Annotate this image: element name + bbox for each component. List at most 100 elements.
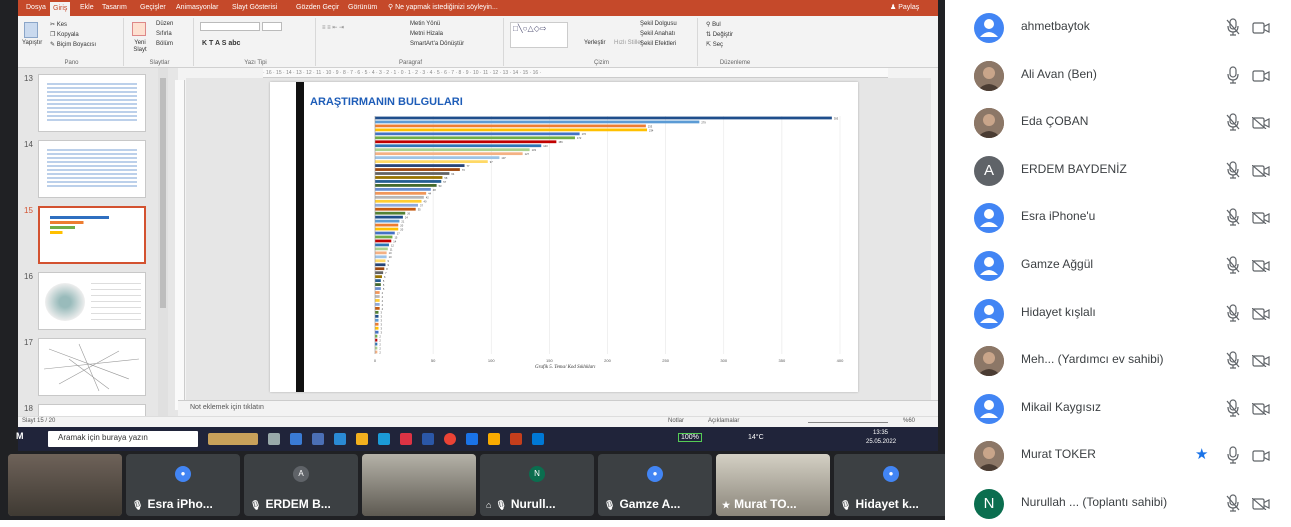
mic-off-icon[interactable] — [1226, 113, 1240, 131]
arrange-button[interactable]: Yerleştir — [584, 40, 605, 46]
mic-off-icon[interactable] — [1226, 399, 1240, 417]
camera-off-icon[interactable] — [1251, 116, 1270, 130]
participant-row[interactable]: Eda ÇOBAN — [945, 99, 1291, 146]
tab-insert[interactable]: Ekle — [80, 3, 94, 13]
thumbnail-scrollbar[interactable] — [158, 68, 168, 418]
quick-styles-button[interactable]: Hızlı Stiller — [614, 40, 643, 46]
clock-time[interactable]: 13:35 — [873, 430, 888, 436]
font-name-select[interactable] — [200, 22, 260, 31]
participant-tile[interactable]: ★ Murat TO... — [716, 454, 830, 516]
app-icon[interactable] — [532, 433, 544, 445]
camera-icon[interactable] — [1252, 69, 1270, 82]
weather-widget-icon[interactable] — [208, 433, 258, 445]
participant-tile[interactable] — [362, 454, 476, 516]
zoom-slider[interactable] — [808, 422, 888, 423]
tab-design[interactable]: Tasarım — [102, 3, 127, 13]
tab-animations[interactable]: Animasyonlar — [176, 3, 218, 13]
edge-icon[interactable] — [290, 433, 302, 445]
smartart-button[interactable]: SmartArt'a Dönüştür — [410, 41, 464, 47]
mic-off-icon[interactable] — [1226, 18, 1240, 36]
mic-off-icon[interactable] — [1226, 208, 1240, 226]
slide-thumbnail-14[interactable] — [38, 140, 146, 198]
star-icon[interactable]: ★ — [1195, 445, 1208, 463]
camera-off-icon[interactable] — [1251, 402, 1270, 416]
shapes-gallery[interactable]: □╲○△◇⇨ — [510, 22, 568, 48]
tab-transitions[interactable]: Geçişler — [140, 3, 166, 13]
slide-thumbnail-15[interactable] — [38, 206, 146, 264]
paste-icon[interactable] — [24, 22, 38, 38]
mic-icon[interactable] — [1226, 446, 1240, 464]
word-icon[interactable] — [422, 433, 434, 445]
camera-off-icon[interactable] — [1251, 497, 1270, 511]
tell-me-search[interactable]: ⚲ Ne yapmak istediğinizi söyleyin... — [388, 3, 498, 13]
slide-thumbnail-17[interactable] — [38, 338, 146, 396]
notes-toggle[interactable]: Notlar — [668, 418, 684, 424]
clock-date[interactable]: 25.05.2022 — [866, 439, 896, 445]
copy-button[interactable]: ❐ Kopyala — [50, 31, 79, 38]
powerpoint-icon[interactable] — [510, 433, 522, 445]
scrollbar-thumb[interactable] — [160, 78, 166, 308]
app-icon[interactable] — [400, 433, 412, 445]
find-button[interactable]: ⚲ Bul — [706, 21, 721, 28]
section-button[interactable]: Bölüm — [156, 41, 173, 47]
participant-row[interactable]: Meh... (Yardımcı ev sahibi) — [945, 337, 1291, 384]
chrome-icon[interactable] — [444, 433, 456, 445]
camera-off-icon[interactable] — [1251, 211, 1270, 225]
participant-row[interactable]: Murat TOKER ★ — [945, 432, 1291, 479]
camera-off-icon[interactable] — [1251, 164, 1270, 178]
participant-row[interactable]: Ali Avan (Ben) — [945, 52, 1291, 99]
participant-row[interactable]: ahmetbaytok — [945, 4, 1291, 51]
participant-tile[interactable] — [8, 454, 122, 516]
battery-indicator[interactable]: 100% — [678, 433, 702, 442]
mic-off-icon[interactable] — [1226, 256, 1240, 274]
camera-icon[interactable] — [1252, 21, 1270, 34]
app-icon[interactable] — [334, 433, 346, 445]
comments-toggle[interactable]: Açıklamalar — [708, 418, 739, 424]
tab-file[interactable]: Dosya — [26, 3, 46, 13]
app-icon[interactable] — [356, 433, 368, 445]
new-slide-button[interactable]: Yeni Slayt — [128, 40, 152, 54]
tab-review[interactable]: Gözden Geçir — [296, 3, 339, 13]
app-icon[interactable] — [378, 433, 390, 445]
camera-icon[interactable] — [1252, 449, 1270, 462]
participant-row[interactable]: Esra iPhone'u — [945, 194, 1291, 241]
taskbar-search[interactable]: Aramak için buraya yazın — [48, 431, 198, 447]
text-direction-button[interactable]: Metin Yönü — [410, 21, 440, 27]
app-icon[interactable] — [466, 433, 478, 445]
new-slide-icon[interactable] — [132, 22, 146, 36]
participant-tile[interactable]: A 🎙 ERDEM B... — [244, 454, 358, 516]
participant-row[interactable]: Gamze Ağgül — [945, 242, 1291, 289]
mic-icon[interactable] — [1226, 65, 1240, 84]
shape-outline-button[interactable]: Şekil Anahatı — [640, 31, 675, 37]
slide-thumbnail-13[interactable] — [38, 74, 146, 132]
replace-button[interactable]: ⇅ Değiştir — [706, 31, 733, 38]
camera-off-icon[interactable] — [1251, 307, 1270, 321]
participant-row[interactable]: A ERDEM BAYDENİZ — [945, 147, 1291, 194]
current-slide[interactable]: ARAŞTIRMANIN BULGULARI 0 50 100 150 200 250 30… — [270, 82, 858, 392]
zoom-level[interactable]: %60 — [903, 418, 915, 424]
participant-tile[interactable]: N ⌂ 🎙 Nurull... — [480, 454, 594, 516]
participant-tile[interactable]: ● 🎙 Hidayet k... — [834, 454, 945, 516]
list-buttons[interactable]: ≡ ≡ ⇤ ⇥ — [322, 24, 344, 31]
font-style-buttons[interactable]: K T A S abc — [202, 40, 240, 47]
participant-row[interactable]: Hidayet kışlalı — [945, 290, 1291, 337]
slide-thumbnail-16[interactable] — [38, 272, 146, 330]
mic-off-icon[interactable] — [1226, 161, 1240, 179]
camera-off-icon[interactable] — [1251, 354, 1270, 368]
paste-button[interactable]: Yapıştır — [22, 40, 42, 46]
notes-pane[interactable]: Not eklemek için tıklatın — [178, 400, 938, 416]
app-icon[interactable] — [312, 433, 324, 445]
taskview-icon[interactable] — [268, 433, 280, 445]
mic-off-icon[interactable] — [1226, 351, 1240, 369]
shape-effects-button[interactable]: Şekil Efektleri — [640, 41, 676, 47]
share-button[interactable]: ♟ Paylaş — [890, 3, 919, 13]
format-painter-button[interactable]: ✎ Biçim Boyacısı — [50, 41, 96, 48]
select-button[interactable]: ⇱ Seç — [706, 41, 723, 48]
layout-button[interactable]: Düzen — [156, 21, 173, 27]
weather-temp[interactable]: 14°C — [748, 434, 764, 441]
mic-off-icon[interactable] — [1226, 494, 1240, 512]
shape-fill-button[interactable]: Şekil Dolgusu — [640, 21, 677, 27]
participant-tile[interactable]: ● 🎙 Esra iPho... — [126, 454, 240, 516]
font-size-select[interactable] — [262, 22, 282, 31]
reset-button[interactable]: Sıfırla — [156, 31, 172, 37]
